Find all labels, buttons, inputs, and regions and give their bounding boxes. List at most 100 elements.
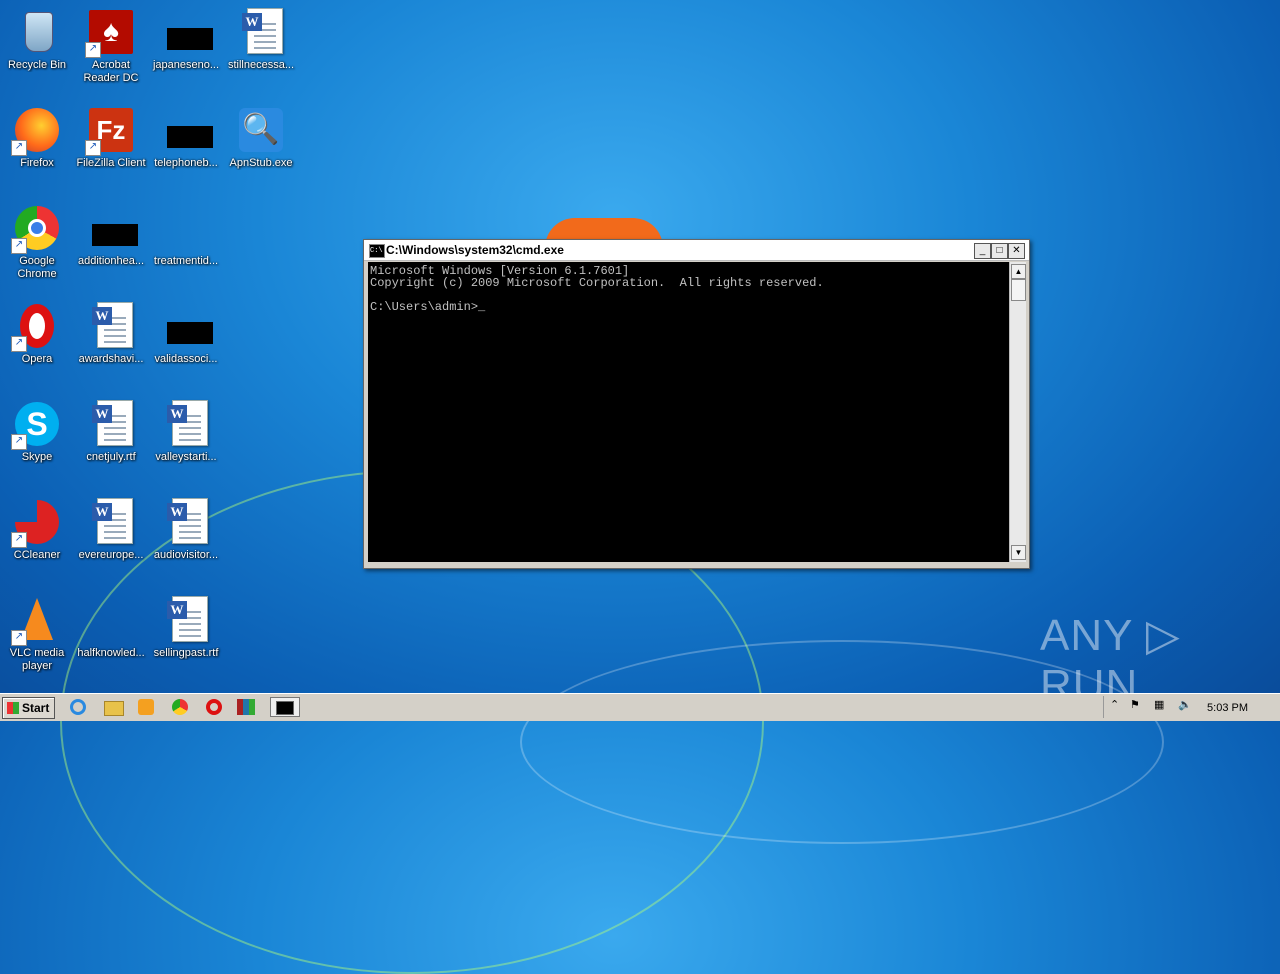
desktop-icon-word[interactable]: Wvalleystarti... <box>149 400 223 464</box>
blank-icon <box>87 596 135 644</box>
desktop-icon-label: Recycle Bin <box>7 59 67 71</box>
desktop-icon-firefox[interactable]: ↗ Firefox <box>0 106 74 170</box>
search-icon: 🔍 <box>237 106 285 154</box>
skype-icon: S ↗ <box>11 400 61 450</box>
desktop-icon-label: validassoci... <box>154 353 218 365</box>
desktop-icon-word[interactable]: Wcnetjuly.rtf <box>74 400 148 464</box>
desktop-icon-chrome[interactable]: ↗ Google Chrome <box>0 204 74 281</box>
desktop-icon-label: FileZilla Client <box>76 157 146 169</box>
desktop-icon-label: CCleaner <box>13 549 61 561</box>
network-icon[interactable]: ▦ <box>1154 698 1164 711</box>
desktop-icon-label: VLC media player <box>9 647 65 672</box>
desktop-icon-vlc[interactable]: ↗ VLC media player <box>0 596 74 673</box>
volume-icon[interactable]: 🔈 <box>1178 698 1192 711</box>
word-icon: W <box>87 498 135 546</box>
start-button[interactable]: Start <box>2 697 55 719</box>
word-icon: W <box>162 596 210 644</box>
desktop-icon-label: cnetjuly.rtf <box>86 451 136 463</box>
desktop-icon-label: Skype <box>21 451 53 463</box>
cmd-icon[interactable] <box>270 697 300 717</box>
desktop-icon-black[interactable]: validassoci... <box>149 302 223 366</box>
scroll-thumb[interactable] <box>1011 279 1026 301</box>
word-icon: W <box>162 498 210 546</box>
cmd-app-icon: C:\ <box>369 244 385 258</box>
chrome-icon[interactable] <box>170 698 190 716</box>
desktop-icon-black[interactable]: telephoneb... <box>149 106 223 170</box>
desktop-icon-label: sellingpast.rtf <box>153 647 219 659</box>
desktop-icon-acrobat[interactable]: ♠ ↗ Acrobat Reader DC <box>74 8 148 85</box>
desktop-icon-skype[interactable]: S ↗ Skype <box>0 400 74 464</box>
console-line: Copyright (c) 2009 Microsoft Corporation… <box>370 276 824 290</box>
desktop-icon-black[interactable]: additionhea... <box>74 204 148 268</box>
desktop-icon-label: awardshavi... <box>78 353 144 365</box>
desktop-icon-label: halfknowled... <box>77 647 145 659</box>
word-icon: W <box>237 8 285 56</box>
show-hidden-icons-icon[interactable]: ⌃ <box>1110 698 1119 711</box>
filezilla-icon: Fz ↗ <box>85 106 135 156</box>
desktop-icon-label: evereurope... <box>78 549 144 561</box>
desktop-icon-word[interactable]: Wsellingpast.rtf <box>149 596 223 660</box>
acrobat-icon: ♠ ↗ <box>85 8 135 58</box>
firefox-icon: ↗ <box>11 106 61 156</box>
desktop-icon-label: Opera <box>21 353 53 365</box>
desktop-icon-label: valleystarti... <box>155 451 217 463</box>
windows-logo-icon <box>7 702 19 714</box>
desktop-icon-label: audiovisitor... <box>153 549 219 561</box>
desktop-icon-word[interactable]: Waudiovisitor... <box>149 498 223 562</box>
desktop-icon-recycle-bin[interactable]: Recycle Bin <box>0 8 74 72</box>
desktop-icon-label: Acrobat Reader DC <box>83 59 139 84</box>
console-scrollbar[interactable]: ▲ ▼ <box>1009 262 1026 562</box>
desktop-icon-label: ApnStub.exe <box>229 157 293 169</box>
taskbar: Start ⌃ ⚑ ▦ 🔈 5:03 PM <box>0 693 1280 721</box>
maximize-button[interactable]: □ <box>991 243 1008 259</box>
start-label: Start <box>22 701 50 715</box>
media-player-icon[interactable] <box>136 698 156 716</box>
recycle-bin-icon <box>13 8 61 56</box>
desktop-icon-filezilla[interactable]: Fz ↗ FileZilla Client <box>74 106 148 170</box>
desktop-icon-label: stillnecessa... <box>227 59 295 71</box>
action-center-flag-icon[interactable]: ⚑ <box>1130 698 1140 711</box>
chrome-icon: ↗ <box>11 204 61 254</box>
desktop-icon-word[interactable]: Wevereurope... <box>74 498 148 562</box>
desktop-icon-blank[interactable]: halfknowled... <box>74 596 148 660</box>
word-icon: W <box>87 400 135 448</box>
word-icon: W <box>162 400 210 448</box>
desktop-icon-label: treatmentid... <box>153 255 219 267</box>
winrar-icon[interactable] <box>236 698 256 716</box>
ie-icon[interactable] <box>68 698 88 716</box>
cmd-titlebar[interactable]: C:\ C:\Windows\system32\cmd.exe _ □ ✕ <box>364 240 1029 261</box>
desktop-icon-word[interactable]: Wawardshavi... <box>74 302 148 366</box>
cmd-window[interactable]: C:\ C:\Windows\system32\cmd.exe _ □ ✕ Mi… <box>363 239 1030 569</box>
black-icon <box>162 106 213 154</box>
black-icon <box>162 302 213 350</box>
word-icon: W <box>87 302 135 350</box>
desktop-icon-black[interactable]: japaneseno... <box>149 8 223 72</box>
desktop-icon-label: Google Chrome <box>17 255 57 280</box>
black-icon <box>162 8 213 56</box>
desktop-icon-search[interactable]: 🔍 ApnStub.exe <box>224 106 298 170</box>
explorer-icon[interactable] <box>103 698 124 716</box>
clock[interactable]: 5:03 PM <box>1207 702 1248 714</box>
blank-icon <box>162 204 210 252</box>
desktop-icon-blank[interactable]: treatmentid... <box>149 204 223 268</box>
scroll-up-arrow-icon[interactable]: ▲ <box>1011 264 1026 279</box>
scroll-down-arrow-icon[interactable]: ▼ <box>1011 545 1026 560</box>
cmd-title: C:\Windows\system32\cmd.exe <box>386 243 564 257</box>
opera-icon[interactable] <box>204 698 224 716</box>
ccleaner-icon: ↗ <box>11 498 61 548</box>
close-button[interactable]: ✕ <box>1008 243 1025 259</box>
desktop-icon-opera[interactable]: ↗ Opera <box>0 302 74 366</box>
desktop-icon-label: additionhea... <box>77 255 145 267</box>
desktop-icon-label: japaneseno... <box>152 59 220 71</box>
desktop-icon-word[interactable]: Wstillnecessa... <box>224 8 298 72</box>
system-tray: ⌃ ⚑ ▦ 🔈 5:03 PM <box>1103 696 1280 718</box>
black-icon <box>87 204 138 252</box>
console-prompt[interactable]: C:\Users\admin>_ <box>370 301 1009 313</box>
vlc-icon: ↗ <box>11 596 61 646</box>
desktop-icon-label: telephoneb... <box>154 157 218 169</box>
opera-icon: ↗ <box>11 302 61 352</box>
minimize-button[interactable]: _ <box>974 243 991 259</box>
console-output[interactable]: Microsoft Windows [Version 6.1.7601] Cop… <box>368 262 1009 562</box>
desktop-icon-ccleaner[interactable]: ↗ CCleaner <box>0 498 74 562</box>
desktop-icon-label: Firefox <box>20 157 54 169</box>
